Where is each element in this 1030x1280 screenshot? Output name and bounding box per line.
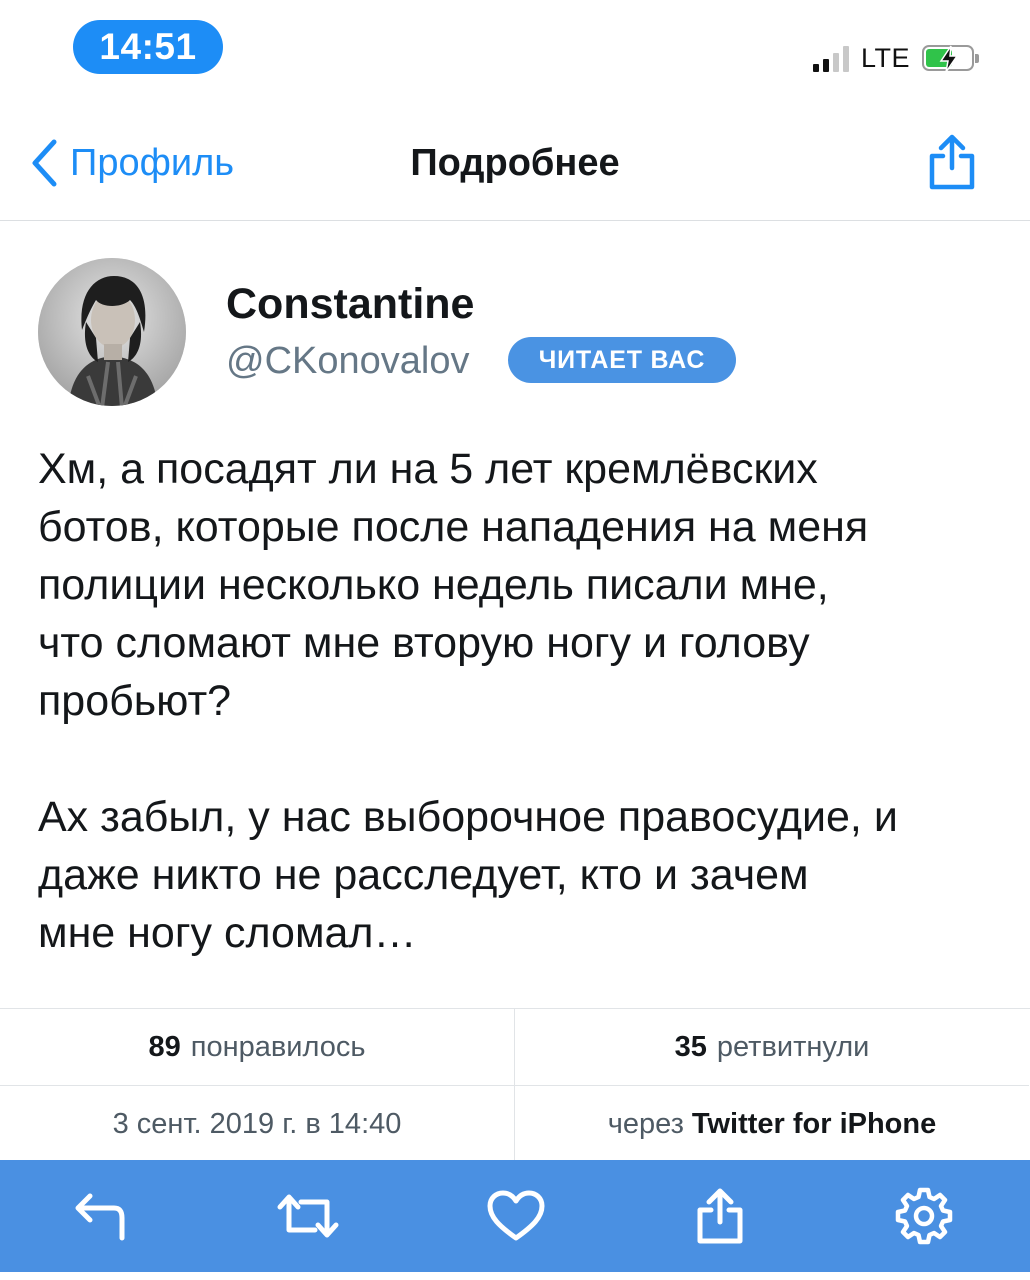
page-title: Подробнее — [410, 142, 620, 184]
avatar[interactable] — [38, 258, 186, 406]
tweet-stats: 89 понравилось 35 ретвитнули 3 сент. 201… — [0, 1008, 1030, 1162]
battery-icon — [922, 45, 979, 73]
network-type: LTE — [860, 42, 910, 73]
share-button[interactable] — [924, 132, 980, 197]
share-icon — [697, 1188, 743, 1244]
likes-label: понравилось — [190, 1030, 366, 1063]
bottom-edge — [0, 1272, 1030, 1280]
likes-count-button[interactable]: 89 понравилось — [0, 1009, 515, 1086]
follows-you-badge: ЧИТАЕТ ВАС — [508, 337, 736, 383]
tweet-paragraph: Хм, а посадят ли на 5 лет кремлёвских бо… — [38, 445, 869, 725]
gear-icon — [895, 1187, 953, 1245]
retweets-label: ретвитнули — [716, 1030, 870, 1063]
via-prefix: через — [607, 1107, 684, 1140]
signal-strength-icon — [812, 44, 849, 72]
reply-button[interactable] — [66, 1182, 134, 1250]
via-client: Twitter for iPhone — [691, 1107, 937, 1140]
status-indicators: LTE — [812, 38, 979, 78]
tweet-timestamp: 3 сент. 2019 г. в 14:40 — [0, 1086, 515, 1162]
tweet-source: через Twitter for iPhone — [515, 1086, 1029, 1162]
share-icon — [929, 134, 975, 190]
tweet-paragraph: Ах забыл, у нас выборочное правосудие, и… — [38, 793, 898, 957]
author-handle[interactable]: @CKonovalov — [226, 340, 469, 383]
retweet-icon — [277, 1194, 339, 1238]
status-time: 14:51 — [73, 20, 223, 74]
tweet-body: Хм, а посадят ли на 5 лет кремлёвских бо… — [38, 440, 1003, 962]
timestamp-text: 3 сент. 2019 г. в 14:40 — [112, 1107, 402, 1140]
navigation-bar: Профиль Подробнее — [0, 110, 1030, 221]
retweets-count: 35 — [674, 1030, 707, 1063]
settings-button[interactable] — [890, 1182, 958, 1250]
share-tweet-button[interactable] — [686, 1182, 754, 1250]
tweet-action-toolbar — [0, 1160, 1030, 1272]
author-name[interactable]: Constantine — [226, 280, 474, 329]
like-button[interactable] — [482, 1182, 550, 1250]
heart-icon — [487, 1190, 545, 1241]
reply-icon — [75, 1193, 125, 1241]
retweets-count-button[interactable]: 35 ретвитнули — [515, 1009, 1029, 1086]
retweet-button[interactable] — [274, 1182, 342, 1250]
likes-count: 89 — [148, 1030, 181, 1063]
